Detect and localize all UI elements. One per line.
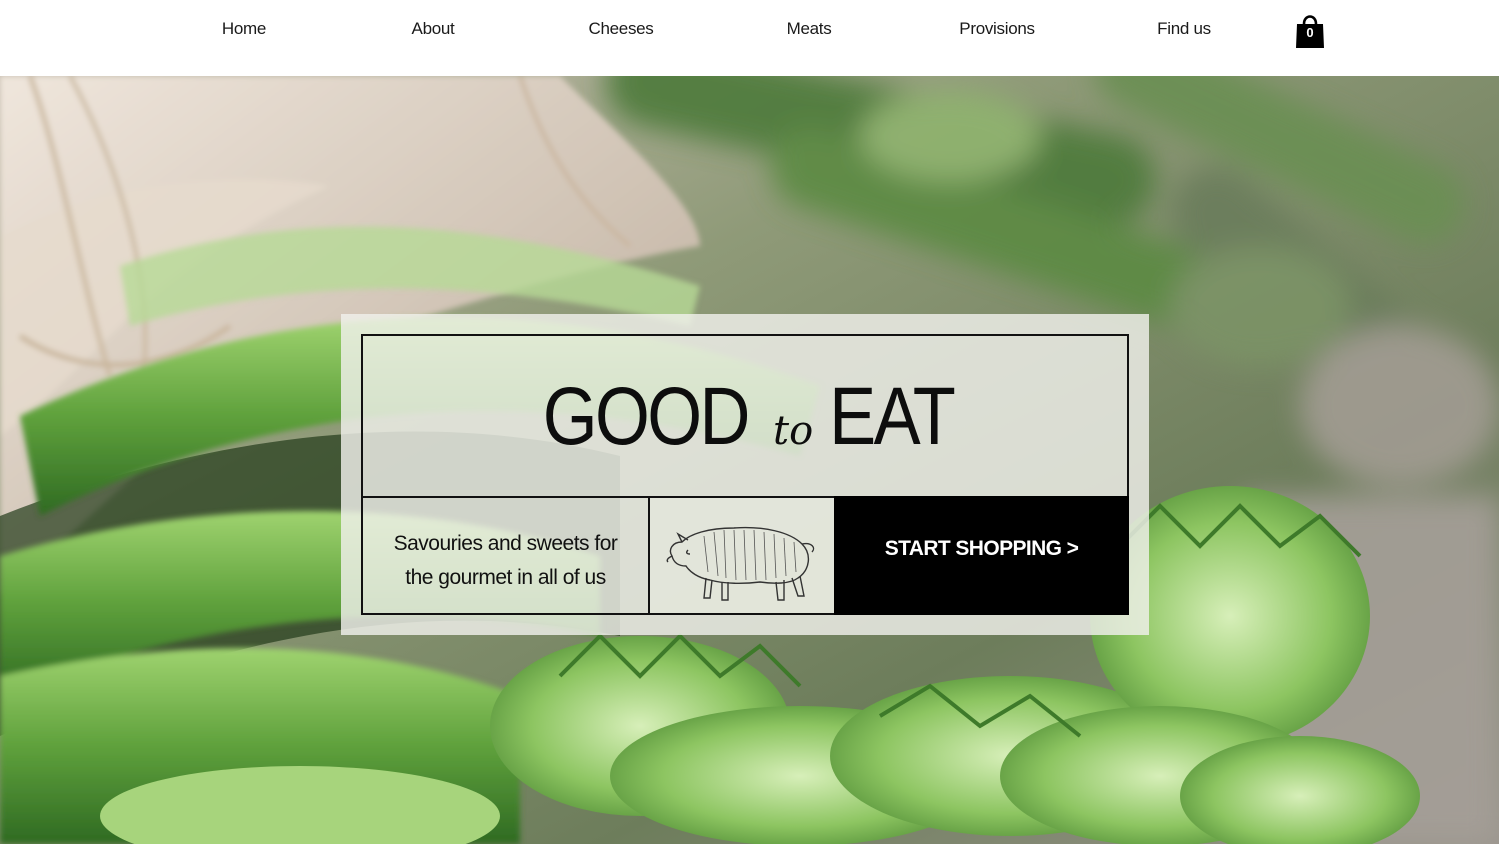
headline: GOOD to EAT (363, 370, 1127, 464)
headline-to: to (773, 408, 814, 454)
nav-meats[interactable]: Meats (787, 19, 832, 39)
top-nav: Home About Cheeses Meats Provisions Find… (0, 0, 1499, 76)
start-shopping-label: START SHOPPING > (884, 537, 1079, 560)
nav-find-us[interactable]: Find us (1157, 19, 1211, 39)
headline-good: GOOD (543, 371, 751, 462)
tagline-line1: Savouries and sweets for (393, 532, 618, 555)
cart-count: 0 (1306, 25, 1314, 40)
nav-cheeses[interactable]: Cheeses (589, 19, 654, 39)
tagline-panel: Savouries and sweets for the gourmet in … (363, 498, 650, 613)
nav-provisions[interactable]: Provisions (959, 19, 1035, 39)
hero-card: GOOD to EAT Savouries and sweets for the g… (341, 314, 1149, 635)
headline-panel: GOOD to EAT (363, 336, 1127, 498)
nav-about[interactable]: About (412, 19, 455, 39)
hero-card-frame: GOOD to EAT Savouries and sweets for the g… (361, 334, 1129, 615)
start-shopping-button[interactable]: START SHOPPING > (834, 496, 1129, 615)
tagline-line2: the gourmet in all of us (405, 566, 606, 589)
page: Home About Cheeses Meats Provisions Find… (0, 0, 1499, 844)
hero-section: GOOD to EAT Savouries and sweets for the g… (0, 76, 1499, 844)
pig-panel (650, 498, 834, 613)
tagline: Savouries and sweets for the gourmet in … (363, 527, 648, 595)
nav-home[interactable]: Home (222, 19, 266, 39)
pig-engraving-icon (666, 526, 815, 601)
cart-button[interactable]: 0 (1294, 10, 1326, 50)
headline-eat: EAT (829, 371, 956, 462)
